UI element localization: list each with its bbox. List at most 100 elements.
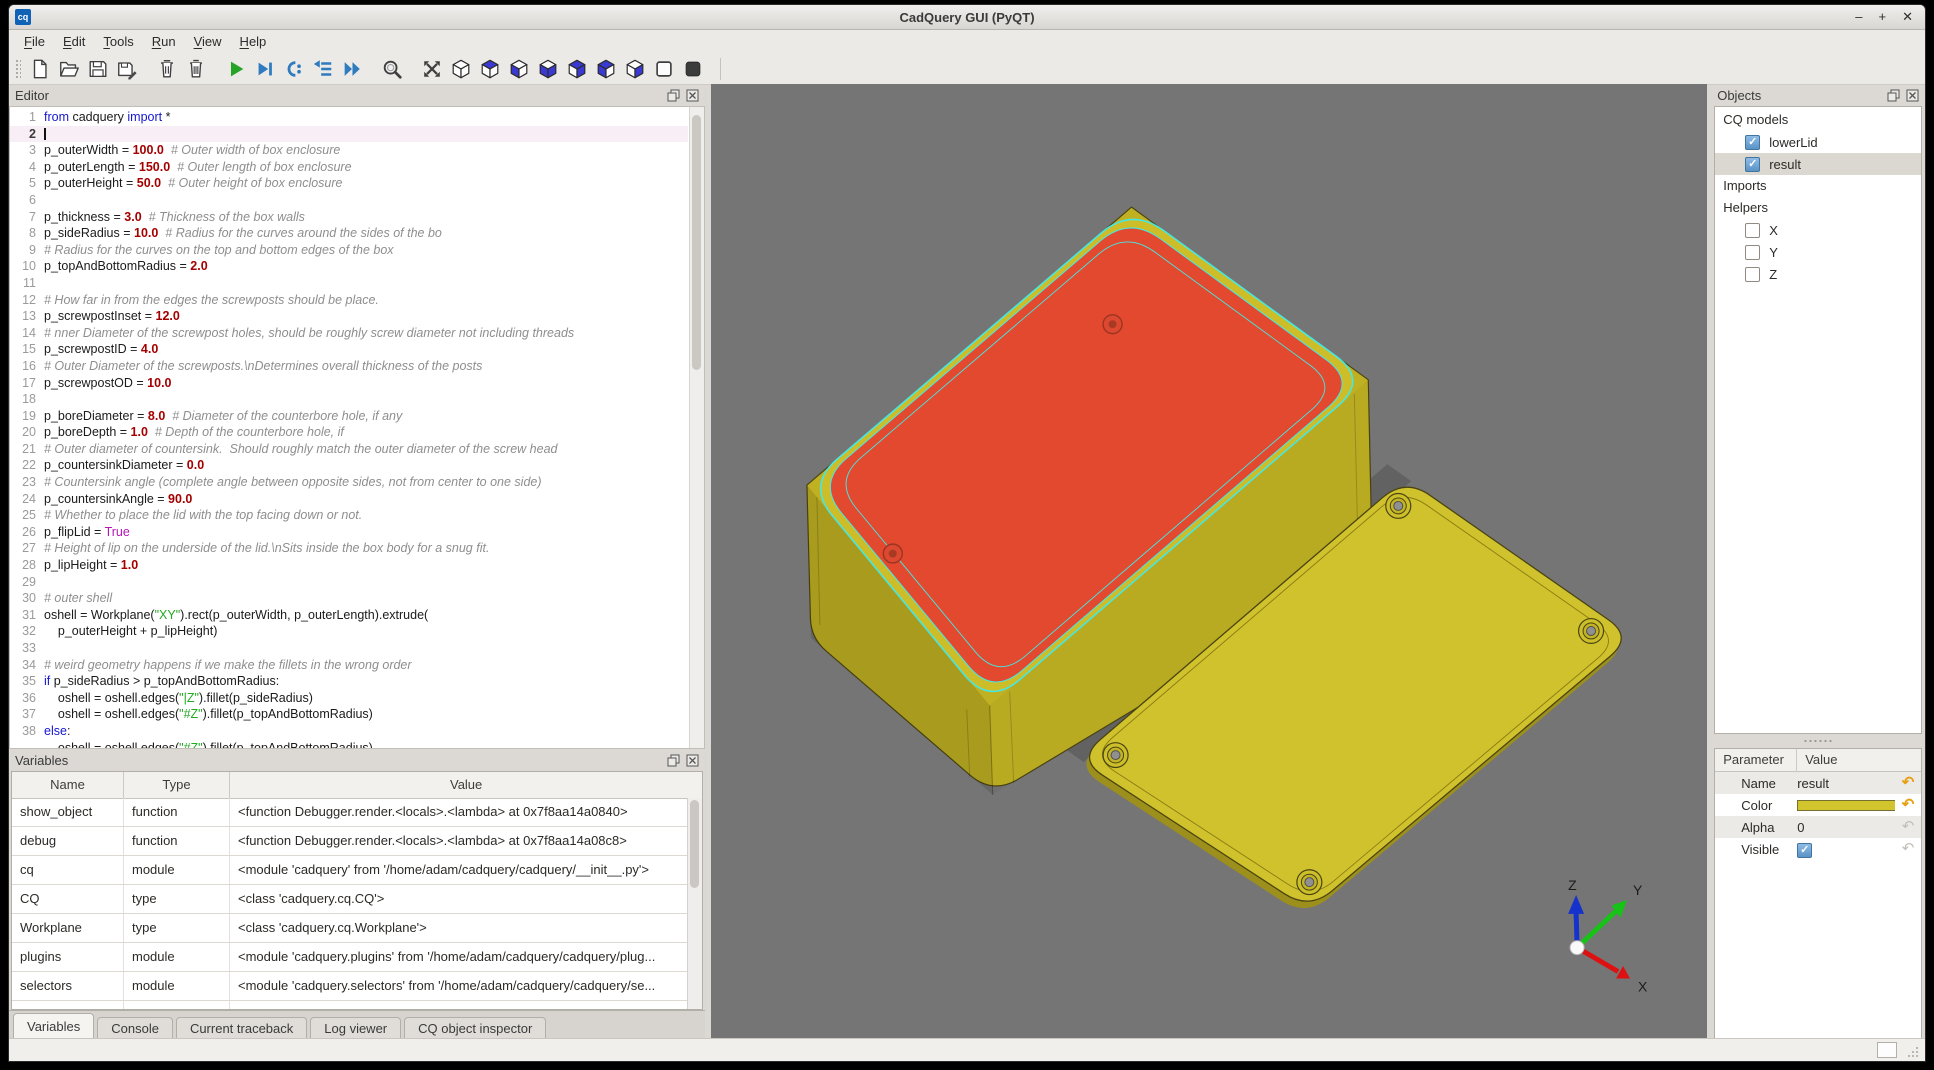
view-front-button[interactable] bbox=[535, 56, 561, 82]
tree-group-cq-models[interactable]: CQ models bbox=[1715, 109, 1921, 131]
parameter-value[interactable]: result bbox=[1797, 776, 1895, 791]
viewport-3d[interactable]: Z Y X bbox=[711, 84, 1707, 1039]
editor-scrollbar-thumb[interactable] bbox=[692, 115, 701, 370]
variable-row[interactable]: Planetype<class 'cadquery.occ_impl.geom.… bbox=[12, 1001, 688, 1009]
menu-view[interactable]: View bbox=[185, 31, 231, 53]
menu-file[interactable]: File bbox=[15, 31, 54, 53]
tab-current-traceback[interactable]: Current traceback bbox=[176, 1017, 307, 1039]
code-line[interactable]: 30# outer shell bbox=[10, 590, 688, 607]
code-line[interactable]: 12# How far in from the edges the screwp… bbox=[10, 292, 688, 309]
code-line[interactable]: 19p_boreDiameter = 8.0 # Diameter of the… bbox=[10, 408, 688, 425]
trash-button[interactable] bbox=[183, 56, 209, 82]
code-line[interactable]: 2 bbox=[10, 126, 688, 143]
code-line[interactable]: oshell = oshell.edges("#Z").fillet(p_top… bbox=[10, 740, 688, 749]
code-area[interactable]: 1from cadquery import *23p_outerWidth = … bbox=[10, 109, 688, 748]
code-editor[interactable]: 1from cadquery import *23p_outerWidth = … bbox=[9, 106, 705, 749]
variable-row[interactable]: cqmodule<module 'cadquery' from '/home/a… bbox=[12, 856, 688, 885]
variables-column-header[interactable]: Type bbox=[124, 772, 230, 798]
tree-item-lowerLid[interactable]: ✓lowerLid bbox=[1715, 131, 1921, 153]
menu-help[interactable]: Help bbox=[231, 31, 276, 53]
delete-button[interactable] bbox=[154, 56, 180, 82]
code-line[interactable]: 27# Height of lip on the underside of th… bbox=[10, 540, 688, 557]
variable-row[interactable]: pluginsmodule<module 'cadquery.plugins' … bbox=[12, 943, 688, 972]
code-line[interactable]: 35if p_sideRadius > p_topAndBottomRadius… bbox=[10, 673, 688, 690]
close-button[interactable]: ✕ bbox=[1902, 9, 1913, 25]
code-line[interactable]: 4p_outerLength = 150.0 # Outer length of… bbox=[10, 159, 688, 176]
continue-button[interactable] bbox=[339, 56, 365, 82]
code-line[interactable]: 3p_outerWidth = 100.0 # Outer width of b… bbox=[10, 142, 688, 159]
tab-variables[interactable]: Variables bbox=[13, 1013, 94, 1039]
code-line[interactable]: 11 bbox=[10, 275, 688, 292]
code-line[interactable]: 36 oshell = oshell.edges("|Z").fillet(p_… bbox=[10, 690, 688, 707]
size-grip[interactable] bbox=[1907, 1046, 1919, 1058]
code-line[interactable]: 6 bbox=[10, 192, 688, 209]
visibility-checkbox[interactable]: ✓ bbox=[1745, 157, 1760, 172]
view-bottom-button[interactable] bbox=[506, 56, 532, 82]
visibility-checkbox[interactable] bbox=[1745, 223, 1760, 238]
tree-item-Z[interactable]: Z bbox=[1715, 263, 1921, 285]
new-file-button[interactable] bbox=[27, 56, 53, 82]
code-line[interactable]: 21# Outer diameter of countersink. Shoul… bbox=[10, 441, 688, 458]
code-line[interactable]: 13p_screwpostInset = 12.0 bbox=[10, 308, 688, 325]
code-line[interactable]: 8p_sideRadius = 10.0 # Radius for the cu… bbox=[10, 225, 688, 242]
code-line[interactable]: 17p_screwpostOD = 10.0 bbox=[10, 375, 688, 392]
variables-column-header[interactable]: Name bbox=[12, 772, 124, 798]
reset-button[interactable]: ↶ bbox=[1895, 817, 1921, 837]
save-as-button[interactable] bbox=[114, 56, 140, 82]
menu-run[interactable]: Run bbox=[143, 31, 185, 53]
code-line[interactable]: 26p_flipLid = True bbox=[10, 524, 688, 541]
float-panel-icon[interactable] bbox=[667, 89, 680, 102]
view-left-button[interactable] bbox=[593, 56, 619, 82]
code-line[interactable]: 37 oshell = oshell.edges("#Z").fillet(p_… bbox=[10, 706, 688, 723]
variable-row[interactable]: Workplanetype<class 'cadquery.cq.Workpla… bbox=[12, 914, 688, 943]
menu-tools[interactable]: Tools bbox=[94, 31, 142, 53]
code-line[interactable]: 24p_countersinkAngle = 90.0 bbox=[10, 491, 688, 508]
objects-parameters-splitter[interactable] bbox=[1711, 734, 1925, 748]
close-panel-icon[interactable] bbox=[1906, 89, 1919, 102]
variables-scrollbar[interactable] bbox=[687, 798, 702, 1009]
code-line[interactable]: 25# Whether to place the lid with the to… bbox=[10, 507, 688, 524]
parameter-value[interactable]: 0 bbox=[1797, 820, 1895, 835]
shaded-mode-button[interactable] bbox=[680, 56, 706, 82]
editor-scrollbar[interactable] bbox=[689, 107, 704, 748]
wireframe-mode-button[interactable] bbox=[651, 56, 677, 82]
code-line[interactable]: 7p_thickness = 3.0 # Thickness of the bo… bbox=[10, 209, 688, 226]
code-line[interactable]: 14# nner Diameter of the screwpost holes… bbox=[10, 325, 688, 342]
minimize-button[interactable]: – bbox=[1855, 9, 1862, 25]
visible-checkbox[interactable]: ✓ bbox=[1797, 843, 1812, 858]
view-back-button[interactable] bbox=[564, 56, 590, 82]
parameters-column-header[interactable]: Parameter bbox=[1715, 749, 1797, 771]
menu-edit[interactable]: Edit bbox=[54, 31, 94, 53]
code-line[interactable]: 28p_lipHeight = 1.0 bbox=[10, 557, 688, 574]
view-iso-button[interactable] bbox=[448, 56, 474, 82]
code-line[interactable]: 5p_outerHeight = 50.0 # Outer height of … bbox=[10, 175, 688, 192]
tree-group-imports[interactable]: Imports bbox=[1715, 175, 1921, 197]
view-right-button[interactable] bbox=[622, 56, 648, 82]
variable-row[interactable]: show_objectfunction<function Debugger.re… bbox=[12, 798, 688, 827]
float-panel-icon[interactable] bbox=[667, 754, 680, 767]
parameters-column-header[interactable]: Value bbox=[1797, 749, 1921, 771]
variable-row[interactable]: debugfunction<function Debugger.render.<… bbox=[12, 827, 688, 856]
run-button[interactable] bbox=[223, 56, 249, 82]
close-panel-icon[interactable] bbox=[686, 754, 699, 767]
visibility-checkbox[interactable] bbox=[1745, 267, 1760, 282]
variables-column-header[interactable]: Value bbox=[230, 772, 702, 798]
float-panel-icon[interactable] bbox=[1887, 89, 1900, 102]
toolbar-handle[interactable] bbox=[15, 59, 21, 79]
variables-scrollbar-thumb[interactable] bbox=[690, 800, 699, 888]
fit-view-button[interactable] bbox=[419, 56, 445, 82]
tree-item-result[interactable]: ✓result bbox=[1715, 153, 1921, 175]
tree-group-helpers[interactable]: Helpers bbox=[1715, 197, 1921, 219]
open-file-button[interactable] bbox=[56, 56, 82, 82]
reset-button[interactable]: ↶ bbox=[1895, 795, 1921, 815]
maximize-button[interactable]: + bbox=[1879, 9, 1887, 25]
reset-button[interactable]: ↶ bbox=[1895, 773, 1921, 793]
code-line[interactable]: 32 p_outerHeight + p_lipHeight) bbox=[10, 623, 688, 640]
code-line[interactable]: 29 bbox=[10, 574, 688, 591]
variable-row[interactable]: selectorsmodule<module 'cadquery.selecto… bbox=[12, 972, 688, 1001]
visibility-checkbox[interactable]: ✓ bbox=[1745, 135, 1760, 150]
view-top-button[interactable] bbox=[477, 56, 503, 82]
tree-item-X[interactable]: X bbox=[1715, 219, 1921, 241]
code-line[interactable]: 20p_boreDepth = 1.0 # Depth of the count… bbox=[10, 424, 688, 441]
code-line[interactable]: 18 bbox=[10, 391, 688, 408]
